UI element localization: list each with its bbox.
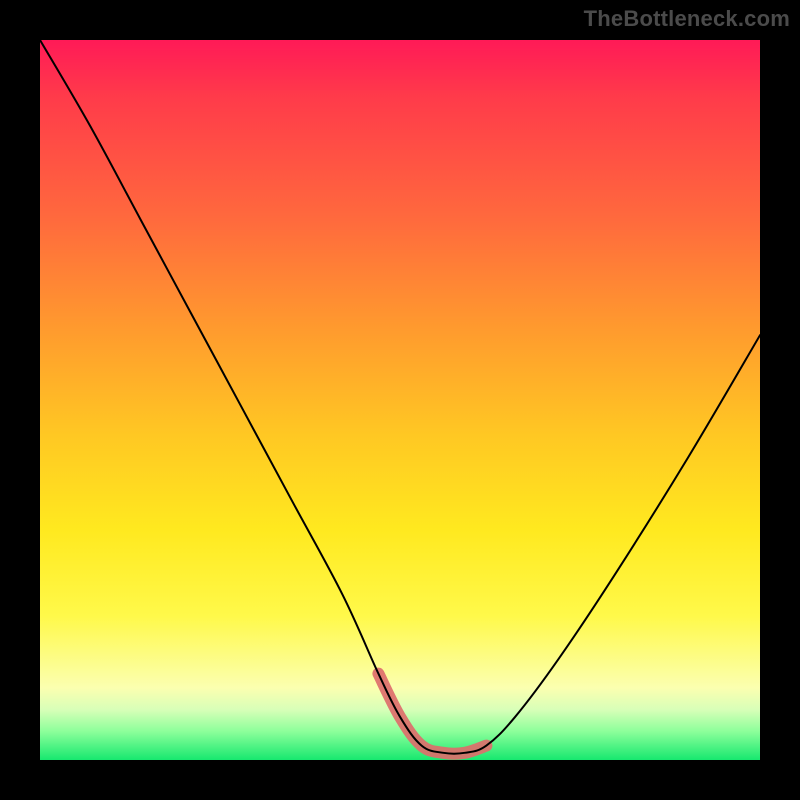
bottleneck-curve (40, 40, 760, 754)
curve-layer (40, 40, 760, 760)
chart-frame: TheBottleneck.com (0, 0, 800, 800)
highlight-segment (378, 674, 486, 754)
plot-area (40, 40, 760, 760)
watermark-text: TheBottleneck.com (584, 6, 790, 32)
